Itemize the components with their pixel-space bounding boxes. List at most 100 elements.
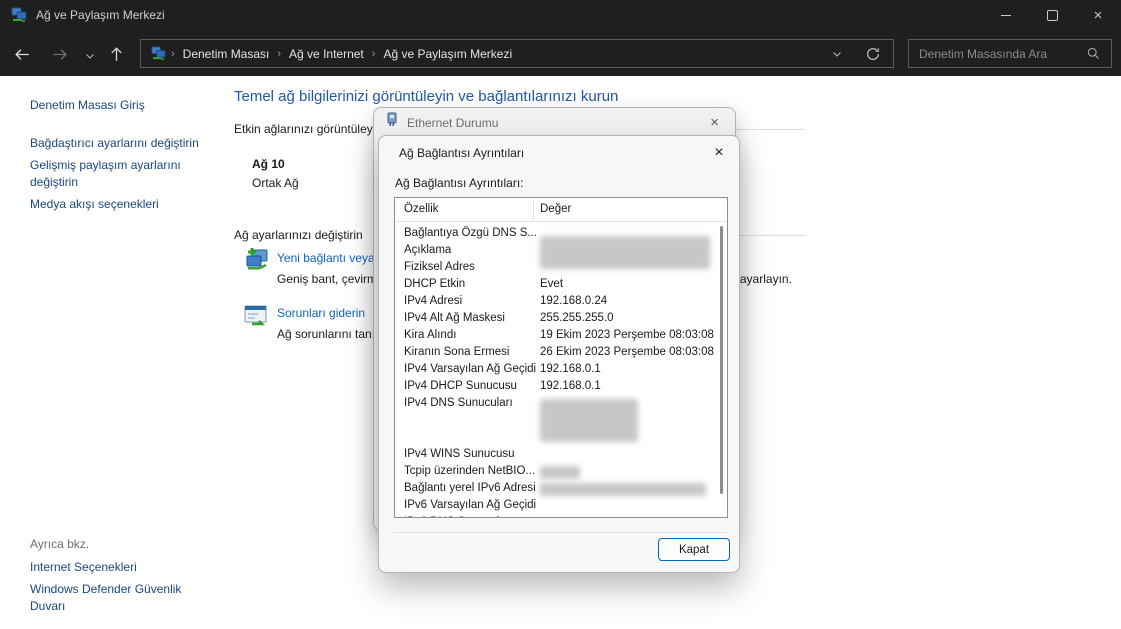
forward-arrow-icon [50, 45, 69, 64]
detail-property: Kiranın Sona Ermesi [404, 344, 509, 361]
listview-header: Özellik Değer [395, 198, 727, 222]
back-arrow-icon [13, 45, 32, 64]
new-connection-icon [242, 246, 269, 273]
detail-property: Açıklama [404, 242, 451, 259]
detail-value: 192.168.0.1 [540, 378, 601, 395]
detail-row[interactable]: IPv4 WINS Sunucusu [395, 446, 727, 463]
ethernet-icon [386, 112, 398, 134]
title-bar: Ağ ve Paylaşım Merkezi × [0, 0, 1121, 30]
detail-property: IPv4 Varsayılan Ağ Geçidi [404, 361, 536, 378]
minimize-button[interactable] [983, 0, 1029, 30]
breadcrumb-item[interactable]: Denetim Masası [183, 47, 270, 61]
chevron-down-icon [84, 50, 96, 62]
network-sharing-center-window: { "window": { "title": "Ağ ve Paylaşım M… [0, 0, 1121, 629]
redacted-value [540, 466, 580, 479]
close-button[interactable]: × [1075, 0, 1121, 30]
column-header-property[interactable]: Özellik [404, 203, 439, 215]
refresh-icon[interactable] [865, 46, 881, 62]
ethernet-dialog-close-button[interactable]: × [706, 113, 723, 132]
up-arrow-icon [107, 45, 126, 64]
minimize-icon [1001, 15, 1011, 16]
search-input[interactable] [909, 47, 1082, 61]
detail-row[interactable]: Kira Alındı19 Ekim 2023 Perşembe 08:03:0… [395, 327, 727, 344]
up-button[interactable] [106, 44, 126, 64]
sidebar-item[interactable]: Windows Defender Güvenlik Duvarı [30, 581, 202, 615]
breadcrumb-item[interactable]: Ağ ve Internet [289, 47, 364, 61]
details-list-label: Ağ Bağlantısı Ayrıntıları: [395, 176, 524, 190]
detail-property: IPv4 Alt Ağ Maskesi [404, 310, 505, 327]
sidebar-item[interactable]: Internet Seçenekleri [30, 559, 202, 576]
details-dialog-title: Ağ Bağlantısı Ayrıntıları [399, 146, 524, 160]
detail-value: 19 Ekim 2023 Perşembe 08:03:08 [540, 327, 714, 344]
footer-divider [393, 532, 727, 533]
detail-property: IPv6 DNS Sunucuları [404, 514, 513, 518]
recent-pages-button[interactable] [80, 46, 100, 66]
sidebar-see-also: Ayrıca bkz. Internet Seçenekleri Windows … [30, 537, 202, 620]
column-header-value[interactable]: Değer [540, 203, 571, 215]
detail-value: 192.168.0.1 [540, 361, 601, 378]
detail-value: 26 Ekim 2023 Perşembe 08:03:08 [540, 344, 714, 361]
breadcrumb-item[interactable]: Ağ ve Paylaşım Merkezi [383, 47, 512, 61]
detail-row[interactable]: IPv6 Varsayılan Ağ Geçidi [395, 497, 727, 514]
sidebar-item[interactable]: Bağdaştırıcı ayarlarını değiştirin [30, 135, 222, 152]
detail-row[interactable]: IPv6 DNS Sunucuları [395, 514, 727, 518]
detail-row[interactable]: IPv4 Alt Ağ Maskesi 255.255.255.0 [395, 310, 727, 327]
header-underline [395, 221, 727, 222]
detail-row[interactable]: IPv4 Adresi192.168.0.24 [395, 293, 727, 310]
detail-property: Fiziksel Adres [404, 259, 475, 276]
kapat-button[interactable]: Kapat [658, 538, 730, 561]
column-separator [533, 200, 534, 220]
search-box [908, 39, 1112, 68]
network-sharing-app-icon [11, 7, 27, 23]
listview-scrollbar-thumb[interactable] [720, 226, 723, 494]
breadcrumb-separator: › [277, 48, 281, 60]
detail-row[interactable]: DHCP Etkin Evet [395, 276, 727, 293]
detail-property: Tcpip üzerinden NetBIO... [404, 463, 535, 480]
breadcrumb-app-icon [151, 46, 166, 61]
detail-row[interactable]: Kiranın Sona Ermesi 26 Ekim 2023 Perşembe… [395, 344, 727, 361]
detail-value: 255.255.255.0 [540, 310, 614, 327]
maximize-button[interactable] [1029, 0, 1075, 30]
detail-property: IPv4 DNS Sunucuları [404, 395, 513, 412]
details-dialog-close-button[interactable]: × [707, 141, 731, 165]
detail-value: 192.168.0.24 [540, 293, 607, 310]
detail-row[interactable]: IPv4 Varsayılan Ağ Geçidi192.168.0.1 [395, 361, 727, 378]
breadcrumb-separator: › [171, 48, 175, 60]
ethernet-dialog-titlebar: Ethernet Durumu × [374, 108, 735, 137]
network-type: Ortak Ağ [252, 176, 299, 190]
details-listview: Özellik Değer Bağlantıya Özgü DNS S...Aç… [394, 197, 728, 518]
section-active-label: Etkin ağlarınızı görüntüleyin [234, 122, 382, 136]
redacted-value [540, 236, 710, 269]
redacted-value [540, 483, 706, 496]
detail-property: IPv4 WINS Sunucusu [404, 446, 515, 463]
connection-details-dialog: Ağ Bağlantısı Ayrıntıları × Ağ Bağlantıs… [378, 135, 740, 573]
close-icon: × [1094, 8, 1103, 23]
breadcrumb-separator: › [372, 48, 376, 60]
detail-property: IPv6 Varsayılan Ağ Geçidi [404, 497, 536, 514]
sidebar-item[interactable]: Medya akışı seçenekleri [30, 196, 222, 213]
troubleshoot-icon [242, 301, 269, 328]
network-name: Ağ 10 [252, 157, 285, 171]
window-title: Ağ ve Paylaşım Merkezi [36, 8, 165, 22]
section-change-label: Ağ ayarlarınızı değiştirin [234, 228, 363, 242]
back-button[interactable] [12, 44, 32, 64]
address-bar[interactable]: › Denetim Masası › Ağ ve Internet › Ağ ve Pay… [140, 39, 894, 68]
detail-row[interactable]: IPv4 DHCP Sunucusu192.168.0.1 [395, 378, 727, 395]
address-dropdown-icon[interactable] [831, 48, 843, 60]
search-icon[interactable] [1082, 46, 1111, 61]
sidebar: Denetim Masası Giriş Bağdaştırıcı ayarlar… [30, 97, 222, 213]
sidebar-item[interactable]: Denetim Masası Giriş [30, 97, 222, 114]
see-also-header: Ayrıca bkz. [30, 537, 202, 551]
detail-property: DHCP Etkin [404, 276, 465, 293]
detail-value: Evet [540, 276, 563, 293]
troubleshoot-link[interactable]: Sorunları giderin [277, 306, 365, 320]
redacted-value [540, 399, 638, 442]
detail-property: Bağlantı yerel IPv6 Adresi [404, 480, 536, 497]
breadcrumb: › Denetim Masası › Ağ ve Internet › Ağ ve Pay… [166, 47, 515, 61]
page-title: Temel ağ bilgilerinizi görüntüleyin ve b… [234, 88, 618, 105]
navigation-bar: › Denetim Masası › Ağ ve Internet › Ağ ve Pay… [0, 30, 1121, 76]
ethernet-dialog-title: Ethernet Durumu [407, 116, 498, 130]
sidebar-item[interactable]: Gelişmiş paylaşım ayarlarını değiştirin [30, 157, 222, 191]
maximize-icon [1047, 10, 1058, 21]
forward-button[interactable] [49, 44, 69, 64]
